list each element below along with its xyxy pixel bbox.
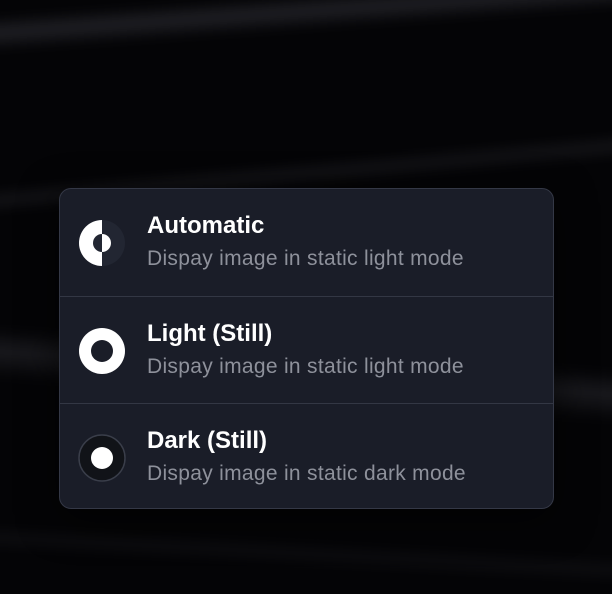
option-subtitle: Dispay image in static dark mode: [147, 462, 466, 485]
option-title: Dark (Still): [147, 427, 268, 454]
option-subtitle: Dispay image in static light mode: [147, 247, 464, 270]
half-circle-icon: [79, 220, 125, 266]
option-dark-still[interactable]: Dark (Still) Dispay image in static dark…: [60, 403, 553, 508]
wallpaper-streak: [0, 520, 612, 592]
dark-mode-icon: [78, 434, 126, 482]
option-automatic[interactable]: Automatic Dispay image in static light m…: [60, 189, 553, 296]
option-title: Automatic: [147, 212, 265, 239]
light-mode-icon: [79, 328, 125, 374]
option-light-still[interactable]: Light (Still) Dispay image in static lig…: [60, 296, 553, 403]
option-title: Light (Still): [147, 320, 273, 347]
option-subtitle: Dispay image in static light mode: [147, 355, 464, 378]
appearance-menu: Automatic Dispay image in static light m…: [59, 188, 554, 509]
wallpaper-streak: [0, 0, 612, 59]
